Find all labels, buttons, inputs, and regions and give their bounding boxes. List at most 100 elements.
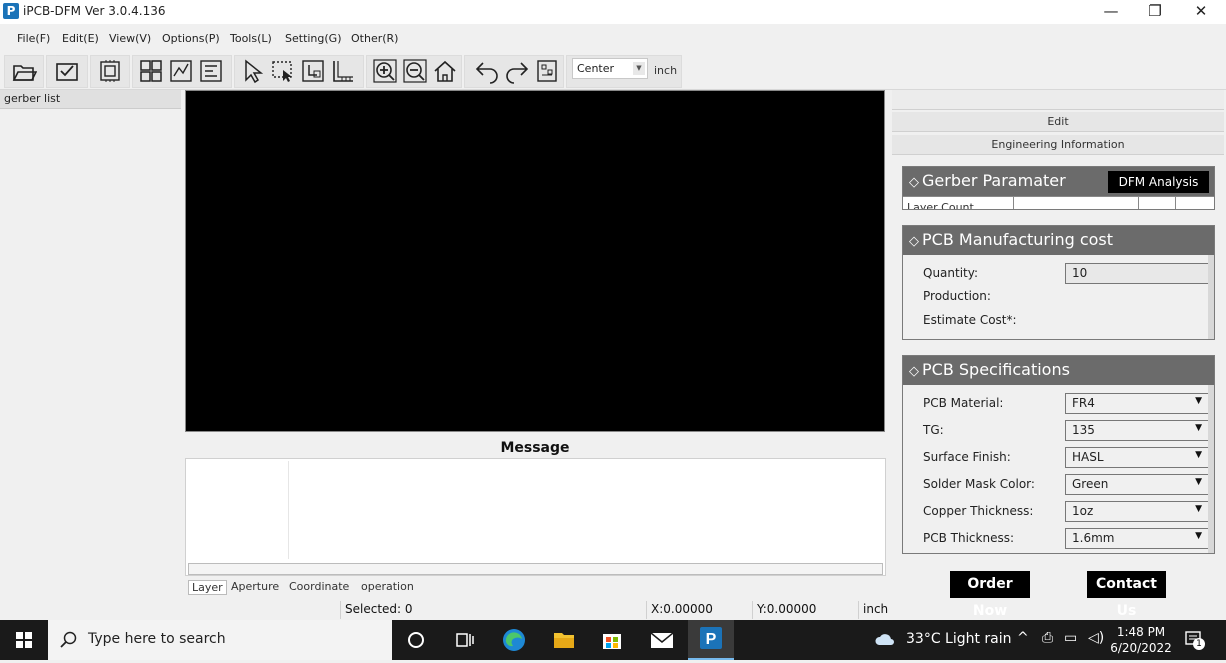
origin-select[interactable]: Center ▼ [572, 58, 648, 79]
undo-icon[interactable] [474, 58, 500, 84]
menu-bar: File(F) Edit(E) View(V) Options(P) Tools… [0, 24, 1226, 54]
minimize-button[interactable]: — [1088, 0, 1134, 24]
zoom-out-icon[interactable] [402, 58, 428, 84]
message-list[interactable] [185, 458, 886, 576]
dropdown-arrow-icon: ▼ [1195, 450, 1202, 460]
menu-tools[interactable]: Tools(L) [230, 32, 272, 45]
surface-finish-select[interactable]: HASL ▼ [1065, 447, 1209, 468]
close-button[interactable]: ✕ [1178, 0, 1224, 24]
layer-compare-icon[interactable] [198, 58, 224, 84]
menu-setting[interactable]: Setting(G) [285, 32, 342, 45]
notification-icon[interactable]: 1 [1184, 630, 1205, 650]
status-unit: inch [858, 601, 890, 619]
vertical-scrollbar[interactable] [1208, 255, 1214, 339]
open-folder-icon[interactable] [11, 58, 38, 84]
estimate-cost-label: Estimate Cost*: [923, 313, 1017, 327]
engineering-info-strip[interactable]: Engineering Information [892, 135, 1224, 155]
vertical-scrollbar[interactable] [1208, 385, 1214, 553]
select-value: 135 [1072, 423, 1095, 437]
section-header[interactable]: ◇ PCB Manufacturing cost [903, 226, 1214, 255]
expand-collapse-icon: ◇ [909, 364, 919, 379]
tab-layer[interactable]: Layer [188, 580, 227, 595]
home-icon[interactable] [432, 58, 458, 84]
file-explorer-icon[interactable] [544, 624, 584, 656]
cortana-icon[interactable] [396, 624, 436, 656]
gerber-table: Layer Count [903, 196, 1214, 209]
gerber-list-panel: gerber list [0, 90, 181, 620]
dropdown-arrow-icon: ▼ [1195, 477, 1202, 487]
solder-mask-color-label: Solder Mask Color: [923, 477, 1035, 491]
measure-layer-icon[interactable] [168, 58, 194, 84]
select-value: FR4 [1072, 396, 1095, 410]
menu-options[interactable]: Options(P) [162, 32, 220, 45]
gerber-list-header: gerber list [0, 90, 181, 109]
volume-icon[interactable]: ◁) [1088, 630, 1104, 646]
search-placeholder: Type here to search [88, 631, 226, 647]
box-select-icon[interactable] [270, 58, 296, 84]
meet-now-icon[interactable]: ⎙ [1042, 630, 1053, 646]
select-value: Green [1072, 477, 1109, 491]
edge-browser-icon[interactable] [494, 624, 534, 656]
system-clock[interactable]: 1:48 PM 6/20/2022 [1108, 624, 1174, 656]
tg-select[interactable]: 135 ▼ [1065, 420, 1209, 441]
section-title: PCB Specifications [922, 360, 1070, 379]
notification-count: 1 [1193, 638, 1205, 650]
quantity-input[interactable]: 10 [1065, 263, 1209, 284]
select-value: HASL [1072, 450, 1104, 464]
section-header[interactable]: ◇ Gerber Paramater DFM Analysis [903, 167, 1214, 196]
chip-icon[interactable] [97, 58, 123, 84]
menu-other[interactable]: Other(R) [351, 32, 398, 45]
unit-label: inch [654, 64, 678, 77]
panelize-icon[interactable] [534, 58, 560, 84]
grid-view-icon[interactable] [138, 58, 164, 84]
message-tabs: Layer Aperture Coordinate operation [185, 578, 886, 598]
order-now-button[interactable]: Order Now [950, 571, 1030, 619]
dfm-analysis-button[interactable]: DFM Analysis [1108, 171, 1209, 193]
network-icon[interactable]: ▭ [1064, 630, 1077, 646]
pcb-specifications-section: ◇ PCB Specifications PCB Material: FR4 ▼ T… [902, 355, 1215, 554]
weather-cloud-icon [875, 634, 894, 645]
section-header[interactable]: ◇ PCB Specifications [903, 356, 1214, 385]
mail-icon[interactable] [642, 624, 682, 656]
menu-view[interactable]: View(V) [109, 32, 151, 45]
contact-us-button[interactable]: Contact Us [1087, 571, 1166, 619]
y-coordinate: Y:0.00000 [752, 601, 858, 619]
dropdown-arrow-icon: ▼ [1195, 423, 1202, 433]
chevron-up-icon[interactable]: ^ [1017, 630, 1029, 646]
select-arrow-icon[interactable] [240, 58, 266, 84]
quantity-label: Quantity: [923, 266, 979, 280]
menu-file[interactable]: File(F) [17, 32, 50, 45]
ruler-icon[interactable] [330, 58, 356, 84]
windows-start-icon[interactable] [0, 620, 48, 660]
solder-mask-color-select[interactable]: Green ▼ [1065, 474, 1209, 495]
zoom-in-icon[interactable] [372, 58, 398, 84]
tg-label: TG: [923, 423, 944, 437]
dropdown-arrow-icon: ▼ [1195, 531, 1202, 541]
taskbar-search-box[interactable]: Type here to search [48, 620, 392, 660]
restore-button[interactable]: ❐ [1132, 0, 1178, 24]
chevron-down-icon: ▼ [633, 62, 645, 75]
gerber-canvas[interactable] [185, 90, 885, 432]
tab-coordinate[interactable]: Coordinate [286, 580, 352, 593]
menu-edit[interactable]: Edit(E) [62, 32, 99, 45]
tab-aperture[interactable]: Aperture [228, 580, 282, 593]
expand-collapse-icon: ◇ [909, 234, 919, 249]
move-icon[interactable] [300, 58, 326, 84]
copper-thickness-select[interactable]: 1oz ▼ [1065, 501, 1209, 522]
tab-operation[interactable]: operation [358, 580, 417, 593]
svg-text:P: P [706, 631, 717, 648]
redo-icon[interactable] [504, 58, 530, 84]
horizontal-scrollbar[interactable] [188, 563, 883, 575]
pcb-thickness-select[interactable]: 1.6mm ▼ [1065, 528, 1209, 549]
ipcb-dfm-taskbar-icon[interactable]: P [688, 620, 734, 660]
pcb-material-select[interactable]: FR4 ▼ [1065, 393, 1209, 414]
toolbar: Center ▼ inch [0, 54, 1226, 90]
message-title: Message [500, 440, 570, 456]
microsoft-store-icon[interactable] [592, 624, 632, 656]
pcb-material-label: PCB Material: [923, 396, 1004, 410]
task-view-icon[interactable] [444, 624, 484, 656]
weather-text[interactable]: 33°C Light rain [906, 631, 1012, 647]
section-title: PCB Manufacturing cost [922, 230, 1114, 249]
edit-strip[interactable]: Edit [892, 112, 1224, 132]
check-layer-icon[interactable] [54, 58, 80, 84]
